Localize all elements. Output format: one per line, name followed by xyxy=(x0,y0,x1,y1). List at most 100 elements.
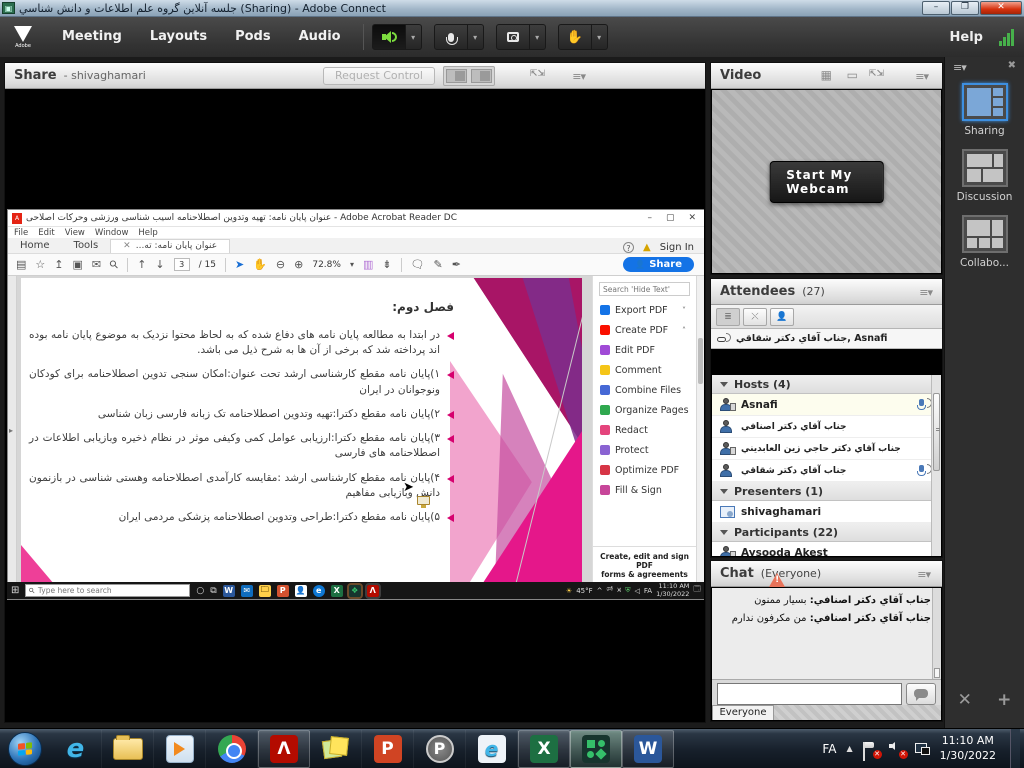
tool-redact[interactable]: Redact xyxy=(593,420,696,440)
pdf-menu-file[interactable]: File xyxy=(14,228,28,238)
tool-protect[interactable]: Protect xyxy=(593,440,696,460)
microphone-dropdown[interactable]: ▾ xyxy=(468,24,484,50)
help-menu[interactable]: Help xyxy=(950,30,999,45)
weather-icon[interactable]: ☀ xyxy=(566,587,572,595)
tool-create-pdf[interactable]: Create PDF˄ xyxy=(593,320,696,340)
weather-temp[interactable]: 45°F xyxy=(576,587,592,595)
layout-collaboration[interactable] xyxy=(962,215,1008,253)
request-control-button[interactable]: Request Control xyxy=(323,67,435,85)
sidebar-menu-icon[interactable]: ≡▾ xyxy=(953,61,966,74)
speaker-dropdown[interactable]: ▾ xyxy=(406,24,422,50)
email-icon[interactable]: ✉ xyxy=(92,258,101,271)
taskbar-powerpoint-icon[interactable]: P xyxy=(362,730,414,768)
notification-bell-icon[interactable]: ▲ xyxy=(643,242,651,253)
explorer10-icon[interactable]: 🗀 xyxy=(259,585,271,597)
select-tool-icon[interactable]: ➤ xyxy=(235,258,244,271)
page-number-input[interactable]: 3 xyxy=(174,258,190,271)
video-pod-menu-icon[interactable]: ≡▾ xyxy=(915,70,928,83)
attendee-row[interactable]: جناب آقاي دكتر اصنافي xyxy=(712,416,941,438)
taskbar-mediaplayer-icon[interactable] xyxy=(154,730,206,768)
save-icon[interactable]: ▤ xyxy=(16,258,26,271)
webcam-button[interactable] xyxy=(496,24,530,50)
chat-pod-menu-icon[interactable]: ≡▾ xyxy=(917,568,930,581)
chat-scrollbar[interactable] xyxy=(932,588,941,679)
show-desktop-button[interactable] xyxy=(1010,729,1020,768)
attendee-row[interactable]: Asnafi xyxy=(712,394,941,416)
excel10-icon[interactable]: X xyxy=(331,585,343,597)
tool-comment[interactable]: Comment xyxy=(593,360,696,380)
share-fullscreen-icon[interactable]: ⇱⇲ xyxy=(530,69,545,79)
raise-hand-button[interactable]: ✋ xyxy=(558,24,592,50)
close-button[interactable]: ✕ xyxy=(980,1,1022,15)
task-view-icon[interactable]: ⧉ xyxy=(210,586,216,596)
sidebar-add-layout-icon[interactable]: + xyxy=(997,690,1011,710)
pdf-share-button[interactable]: 👤Share xyxy=(623,257,694,272)
tab-close-icon[interactable]: ✕ xyxy=(123,241,131,251)
hand-tool-icon[interactable]: ✋ xyxy=(253,258,267,271)
taskbar-explorer-icon[interactable] xyxy=(102,730,154,768)
chat-scrollbar-thumb[interactable] xyxy=(934,668,940,678)
scroll-mode-icon[interactable]: ⇟ xyxy=(382,258,391,271)
share-pod-menu-icon[interactable]: ≡▾ xyxy=(572,70,585,83)
zoom-in-icon[interactable]: ⊕ xyxy=(294,258,303,271)
tray-expand-arrow[interactable]: ▲ xyxy=(846,744,852,753)
taskbar-excel-icon[interactable]: X xyxy=(518,730,570,768)
pdf-left-panel-strip[interactable]: ▸ xyxy=(8,276,17,599)
attendees-scrollbar[interactable] xyxy=(931,375,941,556)
sign-icon[interactable]: ✒ xyxy=(452,258,461,271)
tray-mic-icon[interactable]: 🕫 xyxy=(607,585,614,596)
menu-audio[interactable]: Audio xyxy=(285,17,355,57)
taskbar-acrobat-icon[interactable]: Λ xyxy=(258,730,310,768)
win10-notification-icon[interactable]: 🗔 xyxy=(693,585,701,596)
tab-document[interactable]: ✕عنوان پایان نامه: ته... xyxy=(110,239,230,253)
attendee-row[interactable]: shivaghamari xyxy=(712,501,941,523)
video-grid-view-icon[interactable]: ▦ xyxy=(821,68,832,82)
connection-signal-icon[interactable] xyxy=(999,28,1014,46)
tools-search-box[interactable] xyxy=(599,282,690,296)
pdf-menu-edit[interactable]: Edit xyxy=(38,228,54,238)
group-hosts[interactable]: Hosts (4) xyxy=(712,375,941,394)
page-view-icon[interactable]: ▥ xyxy=(363,258,373,271)
cloud-upload-icon[interactable]: ↥ xyxy=(54,258,63,271)
video-fullscreen-icon[interactable]: ⇱⇲ xyxy=(869,69,884,79)
pdf-scrollbar-thumb[interactable] xyxy=(698,338,703,384)
share-view-toggle[interactable] xyxy=(443,66,495,86)
tray-expand-icon[interactable]: ^ xyxy=(597,587,603,595)
attendee-row[interactable]: Aysooda Akest xyxy=(712,542,941,556)
webcam-dropdown[interactable]: ▾ xyxy=(530,24,546,50)
tray-lang[interactable]: FA xyxy=(644,587,652,595)
tray-volume-icon[interactable]: ◁ xyxy=(634,587,639,595)
attendee-list-view-button[interactable]: ≣ xyxy=(716,308,740,326)
chat-warning-icon[interactable] xyxy=(769,573,785,587)
system-clock[interactable]: 11:10 AM1/30/2022 xyxy=(940,734,1000,764)
sidebar-pin-icon[interactable]: ✖ xyxy=(1008,60,1016,71)
action-center-flag-icon[interactable]: ✕ xyxy=(863,742,879,756)
chat-send-button[interactable] xyxy=(906,683,936,705)
layout-discussion[interactable] xyxy=(962,149,1008,187)
tool-organize-pages[interactable]: Organize Pages xyxy=(593,400,696,420)
pdf-scrollbar[interactable] xyxy=(696,276,704,599)
mail-icon[interactable]: ✉ xyxy=(241,585,253,597)
find-icon[interactable]: ⚲ xyxy=(107,257,122,272)
win10-clock[interactable]: 11:10 AM1/30/2022 xyxy=(656,583,689,598)
pdf-minimize-button[interactable]: – xyxy=(647,213,652,223)
breakout-view-button[interactable]: ⤬ xyxy=(743,308,767,326)
attendee-row[interactable]: جناب آقاي دكتر شقاقي xyxy=(712,460,941,482)
tab-home[interactable]: Home xyxy=(8,239,62,253)
pdf-close-button[interactable]: ✕ xyxy=(688,213,696,223)
print-icon[interactable]: ▣ xyxy=(73,258,83,271)
chat-tab-everyone[interactable]: Everyone xyxy=(712,705,774,720)
group-presenters[interactable]: Presenters (1) xyxy=(712,482,941,501)
tool-export-pdf[interactable]: Export PDF˅ xyxy=(593,300,696,320)
people-icon[interactable]: 👤 xyxy=(295,585,307,597)
powerpoint10-icon[interactable]: P xyxy=(277,585,289,597)
pdf-maximize-button[interactable]: ▢ xyxy=(666,213,675,223)
adobe-connect10-icon[interactable]: ❖ xyxy=(349,585,361,597)
pdf-menu-help[interactable]: Help xyxy=(138,228,157,238)
menu-meeting[interactable]: Meeting xyxy=(48,17,136,57)
chat-input[interactable] xyxy=(717,683,902,705)
microphone-button[interactable] xyxy=(434,24,468,50)
win10-search-box[interactable]: ⚲Type here to search xyxy=(25,584,190,597)
speaker-button[interactable] xyxy=(372,24,406,50)
comment-icon[interactable]: 🗨 xyxy=(411,258,425,271)
